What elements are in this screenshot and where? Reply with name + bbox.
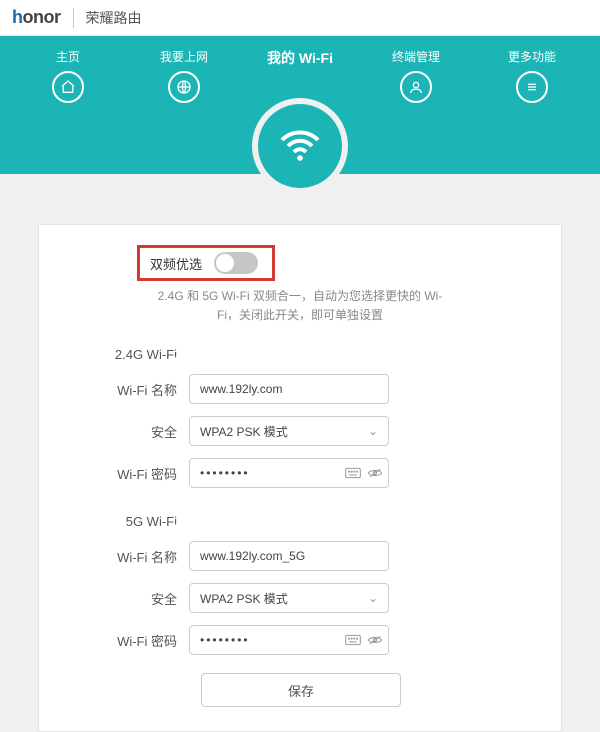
more-icon [516,71,548,103]
g24-password-row: Wi-Fi 密码 •••••••• [99,458,501,488]
nav-internet[interactable]: 我要上网 [126,48,242,103]
brand-logo-rest: onor [23,7,61,28]
eye-hide-icon[interactable] [367,634,383,646]
dual-band-toggle[interactable] [214,252,258,274]
eye-hide-icon[interactable] [367,467,383,479]
g5-name-label: Wi-Fi 名称 [99,547,189,566]
brand-logo: honor [12,7,61,28]
g24-security-row: 安全 WPA2 PSK 模式 ⌄ [99,416,501,446]
g5-password-label: Wi-Fi 密码 [99,631,189,650]
g24-password-mask: •••••••• [200,466,250,480]
save-button[interactable]: 保存 [201,673,401,707]
nav-home-label: 主页 [10,48,126,65]
top-header: honor 荣耀路由 [0,0,600,36]
g5-name-input[interactable]: www.192ly.com_5G [189,541,389,571]
g24-enable-row: 2.4G Wi-Fi [99,347,501,362]
hero-nav: 主页 我要上网 我的 Wi-Fi 终端管理 更多功能 [0,36,600,174]
g24-security-label: 安全 [99,422,189,441]
g5-security-value: WPA2 PSK 模式 [200,590,288,607]
g24-name-input[interactable]: www.192ly.com [189,374,389,404]
user-icon [400,71,432,103]
brand-logo-h: h [12,7,23,28]
g24-name-value: www.192ly.com [200,382,282,396]
g5-name-value: www.192ly.com_5G [200,549,305,563]
g24-security-select[interactable]: WPA2 PSK 模式 ⌄ [189,416,389,446]
g24-name-row: Wi-Fi 名称 www.192ly.com [99,374,501,404]
g5-security-select[interactable]: WPA2 PSK 模式 ⌄ [189,583,389,613]
keyboard-icon[interactable] [345,467,361,479]
g24-password-label: Wi-Fi 密码 [99,464,189,483]
g24-name-label: Wi-Fi 名称 [99,380,189,399]
product-name: 荣耀路由 [86,8,142,28]
keyboard-icon[interactable] [345,634,361,646]
nav-wifi-label: 我的 Wi-Fi [242,48,358,68]
nav-clients[interactable]: 终端管理 [358,48,474,103]
g5-password-row: Wi-Fi 密码 •••••••• [99,625,501,655]
save-button-label: 保存 [288,681,314,700]
dual-band-highlight: 双频优选 [137,245,275,281]
nav-internet-label: 我要上网 [126,48,242,65]
g5-enable-row: 5G Wi-Fi [99,514,501,529]
g5-name-row: Wi-Fi 名称 www.192ly.com_5G [99,541,501,571]
header-divider [73,8,74,28]
wifi-card: 双频优选 2.4G 和 5G Wi-Fi 双频合一，自动为您选择更快的 Wi-F… [38,224,562,732]
g5-password-mask: •••••••• [200,633,250,647]
nav-clients-label: 终端管理 [358,48,474,65]
nav-wifi[interactable]: 我的 Wi-Fi [242,48,358,103]
g5-security-row: 安全 WPA2 PSK 模式 ⌄ [99,583,501,613]
chevron-down-icon: ⌄ [368,424,378,438]
nav-home[interactable]: 主页 [10,48,126,103]
nav-more-label: 更多功能 [474,48,590,65]
content-area: 双频优选 2.4G 和 5G Wi-Fi 双频合一，自动为您选择更快的 Wi-F… [0,174,600,732]
g5-security-label: 安全 [99,589,189,608]
dual-band-label: 双频优选 [150,254,202,273]
dual-band-help: 2.4G 和 5G Wi-Fi 双频合一，自动为您选择更快的 Wi-Fi，关闭此… [150,287,450,325]
chevron-down-icon: ⌄ [368,591,378,605]
home-icon [52,71,84,103]
wifi-hero-icon [252,98,348,194]
globe-icon [168,71,200,103]
nav-more[interactable]: 更多功能 [474,48,590,103]
g24-security-value: WPA2 PSK 模式 [200,423,288,440]
